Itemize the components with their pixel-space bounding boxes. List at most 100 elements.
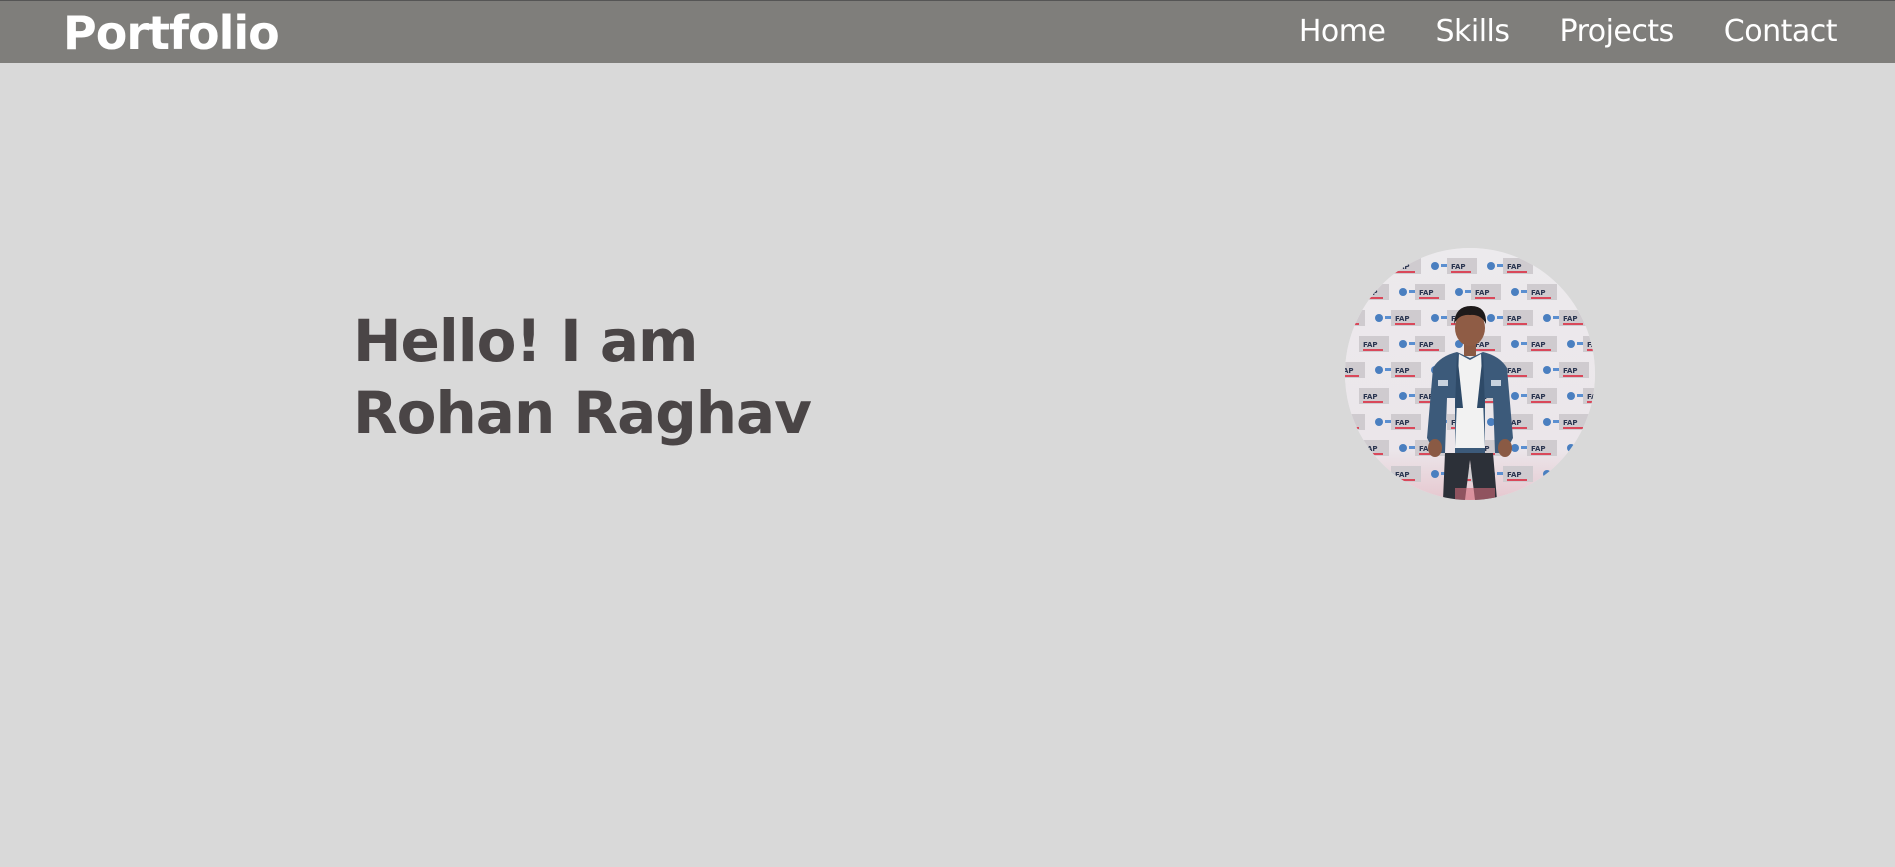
backdrop-emblem [1567,392,1575,400]
backdrop-logo-bar [1395,427,1415,429]
backdrop-emblem [1511,444,1519,452]
nav-link-skills[interactable]: Skills [1435,13,1510,51]
backdrop-logo-bar [1531,349,1551,351]
backdrop-emblem [1399,392,1407,400]
hero-heading: Hello! I am Rohan Raghav [353,305,812,449]
backdrop-logo-bar [1363,453,1383,455]
backdrop-logo-text: FAP [1507,315,1522,323]
backdrop-logo-text: FAP [1507,471,1522,479]
backdrop-emblem [1431,262,1439,270]
backdrop-emblem [1375,262,1383,270]
nav-link-contact[interactable]: Contact [1724,13,1838,51]
backdrop-emblem [1431,470,1439,478]
backdrop-logo-text: FAP [1363,445,1378,453]
backdrop-emblem [1543,262,1551,270]
backdrop-logo-text: FAP [1419,341,1434,349]
backdrop-logo-text: FAP [1363,289,1378,297]
backdrop-emblem [1511,340,1519,348]
backdrop-emblem [1487,262,1495,270]
backdrop-emblem [1375,418,1383,426]
backdrop-logo-text: FAP [1587,289,1595,297]
backdrop-logo-text: FAP [1363,393,1378,401]
backdrop-logo-bar [1345,479,1359,481]
backdrop-logo-box [1583,440,1595,456]
backdrop-logo-bar [1531,401,1551,403]
backdrop-logo-bar [1507,271,1527,273]
hero-name: Rohan Raghav [353,379,812,447]
backdrop-logo-bar [1419,297,1439,299]
backdrop-logo-bar [1475,297,1495,299]
backdrop-logo-text: FAP [1395,419,1410,427]
brand-logo[interactable]: Portfolio [63,7,280,59]
backdrop-logo-bar [1363,401,1383,403]
nav-menu: Home Skills Projects Contact [1299,13,1838,51]
backdrop-logo-text: FAP [1587,393,1595,401]
backdrop-emblem [1543,470,1551,478]
backdrop-emblem [1399,340,1407,348]
backdrop-emblem [1543,418,1551,426]
backdrop-emblem [1511,288,1519,296]
backdrop-logo-bar [1363,349,1383,351]
backdrop-logo-text: FAP [1395,471,1410,479]
backdrop-logo-text: FAP [1587,445,1595,453]
backdrop-emblem-line [1553,264,1567,267]
backdrop-logo-bar [1563,375,1583,377]
backdrop-emblem [1399,288,1407,296]
backdrop-logo-text: FAP [1531,445,1546,453]
backdrop-logo-text: FAP [1451,263,1466,271]
backdrop-emblem [1543,366,1551,374]
backdrop-logo-bar [1363,297,1383,299]
backdrop-logo-bar [1419,349,1439,351]
backdrop-logo-box [1345,466,1365,482]
backdrop-logo-bar [1587,401,1595,403]
backdrop-emblem [1399,444,1407,452]
backdrop-logo-text: FAP [1475,289,1490,297]
backdrop-emblem [1431,314,1439,322]
backdrop-logo-box [1345,414,1365,430]
backdrop-emblem [1487,314,1495,322]
backdrop-emblem [1455,288,1463,296]
backdrop-logo-bar [1563,479,1583,481]
backdrop-logo-box [1559,466,1589,482]
backdrop-logo-text: FAP [1345,263,1354,271]
profile-photo-image: FAP FAP FAP FAP FAP FAP FAP FAP FAP FAP FAP FAP FAP F… [1345,248,1595,500]
backdrop-emblem [1375,366,1383,374]
backdrop-logo-text: FAP [1345,471,1354,479]
backdrop-emblem-line [1553,472,1567,475]
backdrop-logo-text: FAP [1395,263,1410,271]
backdrop-logo-text: FAP [1531,393,1546,401]
backdrop-logo-text: FAP [1345,367,1354,375]
backdrop-logo-bar [1345,323,1359,325]
backdrop-logo-bar [1395,375,1415,377]
backdrop-logo-bar [1507,375,1527,377]
backdrop-emblem [1567,444,1575,452]
backdrop-logo-text: FAP [1587,341,1595,349]
nav-link-projects[interactable]: Projects [1560,13,1675,51]
backdrop-logo-text: FAP [1563,367,1578,375]
backdrop-emblem-line [1385,264,1399,267]
backdrop-logo-box [1559,258,1589,274]
backdrop-logo-text: FAP [1563,263,1578,271]
backdrop-logo-text: FAP [1531,289,1546,297]
backdrop-emblem [1375,470,1383,478]
backdrop-logo-bar [1587,349,1595,351]
backdrop-logo-bar [1507,479,1527,481]
backdrop-logo-text: FAP [1419,289,1434,297]
backdrop-emblem [1567,340,1575,348]
backdrop-logo-bar [1475,349,1495,351]
backdrop-logo-bar [1395,271,1415,273]
backdrop-emblem-line [1577,446,1591,449]
backdrop-logo-bar [1395,323,1415,325]
backdrop-logo-bar [1345,271,1359,273]
backdrop-logo-text: FAP [1563,315,1578,323]
backdrop-logo-text: FAP [1563,471,1578,479]
backdrop-logo-text: FAP [1531,341,1546,349]
backdrop-logo-bar [1345,427,1359,429]
backdrop-logo-text: FAP [1345,419,1354,427]
nav-link-home[interactable]: Home [1299,13,1386,51]
backdrop-logo-bar [1395,479,1415,481]
backdrop-logo-bar [1345,375,1359,377]
backdrop-emblem [1567,288,1575,296]
backdrop-emblem [1375,314,1383,322]
backdrop-logo-bar [1587,297,1595,299]
